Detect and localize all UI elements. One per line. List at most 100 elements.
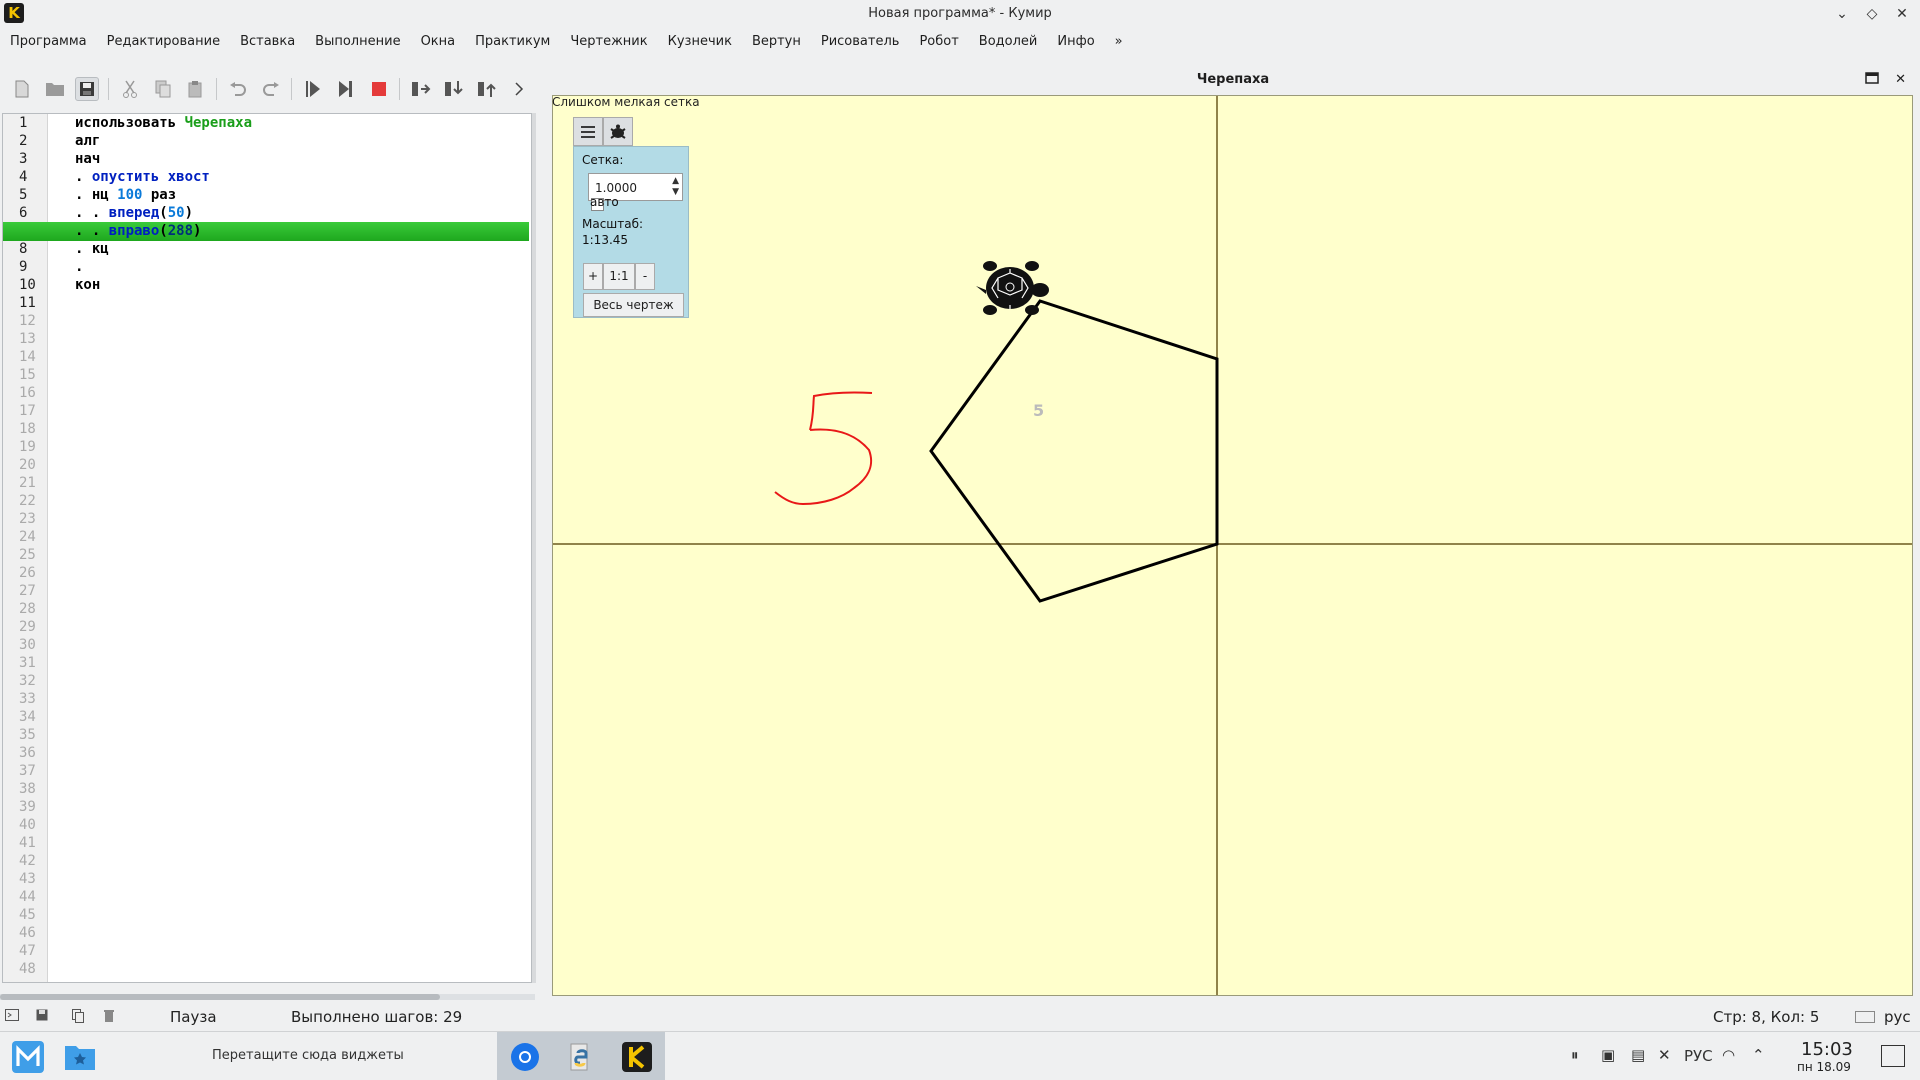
step-run-icon[interactable] xyxy=(334,77,358,101)
undock-icon[interactable] xyxy=(1865,72,1879,88)
tray-expand-icon[interactable]: ⌃ xyxy=(1752,1046,1765,1064)
open-folder-icon[interactable] xyxy=(43,77,67,101)
redo-icon[interactable] xyxy=(259,77,283,101)
line-number: 42 xyxy=(19,853,36,869)
keyboard-layout[interactable]: РУС xyxy=(1684,1047,1713,1065)
code-line[interactable]: . . вперед(50) xyxy=(75,204,193,222)
calendar-icon[interactable]: ▣ xyxy=(1601,1046,1615,1064)
chromium-task-icon[interactable] xyxy=(497,1032,553,1080)
full-drawing-button[interactable]: Весь чертеж xyxy=(583,293,684,317)
minimize-button[interactable]: ⌄ xyxy=(1832,4,1852,24)
toolbar xyxy=(0,74,540,104)
line-number: 37 xyxy=(19,763,36,779)
files-icon[interactable] xyxy=(52,1032,108,1080)
clock-time[interactable]: 15:03 xyxy=(1801,1039,1853,1060)
console-icon[interactable] xyxy=(5,1009,19,1023)
menu-program[interactable]: Программа xyxy=(2,30,95,56)
turtle-canvas[interactable]: 5 xyxy=(552,95,1913,996)
menu-edit[interactable]: Редактирование xyxy=(99,30,228,56)
line-number: 43 xyxy=(19,871,36,887)
save-icon[interactable] xyxy=(75,77,100,101)
volume-muted-icon[interactable]: ✕ xyxy=(1658,1046,1671,1064)
code-line[interactable]: использовать Черепаха xyxy=(75,114,252,132)
line-number: 30 xyxy=(19,637,36,653)
media-pause-icon[interactable]: ⏸ xyxy=(1571,1046,1579,1064)
copy-output-icon[interactable] xyxy=(72,1009,86,1023)
zoom-out-button[interactable]: - xyxy=(635,263,655,290)
code-line[interactable]: кон xyxy=(75,276,100,294)
scale-value: 1:13.45 xyxy=(582,233,629,247)
turtle-icon xyxy=(976,261,1049,315)
line-number: 35 xyxy=(19,727,36,743)
panel-splitter[interactable] xyxy=(532,113,536,983)
code-line[interactable]: алг xyxy=(75,132,100,150)
run-icon[interactable] xyxy=(301,77,325,101)
save-output-icon[interactable] xyxy=(36,1009,50,1023)
menu-robot[interactable]: Робот xyxy=(911,30,966,56)
line-number: 11 xyxy=(19,295,36,311)
clear-output-icon[interactable] xyxy=(104,1009,118,1023)
clipboard-icon[interactable]: ▤ xyxy=(1631,1046,1645,1064)
code-line[interactable]: . xyxy=(75,258,83,276)
new-file-icon[interactable] xyxy=(10,77,34,101)
line-number: 26 xyxy=(19,565,36,581)
line-number: 31 xyxy=(19,655,36,671)
step-over-icon[interactable] xyxy=(409,77,433,101)
input-language: рус xyxy=(1884,1008,1911,1026)
code-line[interactable]: . кц xyxy=(75,240,109,258)
code-editor[interactable]: 1234567891011121314151617181920212223242… xyxy=(2,113,532,983)
menu-more[interactable]: » xyxy=(1107,30,1131,56)
menu-run[interactable]: Выполнение xyxy=(307,30,408,56)
line-number: 39 xyxy=(19,799,36,815)
spin-arrows-icon[interactable]: ▲ ▼ xyxy=(672,176,679,198)
line-number: 33 xyxy=(19,691,36,707)
wifi-icon[interactable]: ◠ xyxy=(1722,1046,1735,1064)
scrollbar-thumb[interactable] xyxy=(0,994,440,1000)
cut-icon[interactable] xyxy=(118,77,142,101)
python-task-icon[interactable] xyxy=(553,1032,609,1080)
line-number: 19 xyxy=(19,439,36,455)
stop-icon[interactable] xyxy=(367,77,391,101)
paste-icon[interactable] xyxy=(183,77,207,101)
run-state: Пауза xyxy=(170,1008,217,1026)
line-number: 46 xyxy=(19,925,36,941)
turtle-panel-title: Черепаха xyxy=(1196,72,1270,87)
menu-info[interactable]: Инфо xyxy=(1049,30,1102,56)
turtle-tab-icon[interactable] xyxy=(603,117,633,146)
show-desktop-icon[interactable] xyxy=(1881,1045,1905,1067)
step-into-icon[interactable] xyxy=(442,77,466,101)
zoom-in-button[interactable]: + xyxy=(583,263,603,290)
maximize-button[interactable]: ◇ xyxy=(1862,4,1882,24)
menu-grasshopper[interactable]: Кузнечик xyxy=(660,30,740,56)
line-number: 23 xyxy=(19,511,36,527)
menu-vertun[interactable]: Вертун xyxy=(744,30,809,56)
menu-painter[interactable]: Рисователь xyxy=(813,30,908,56)
menu-draftsman[interactable]: Чертежник xyxy=(562,30,655,56)
copy-icon[interactable] xyxy=(151,77,175,101)
kumir-task-icon[interactable] xyxy=(609,1032,665,1080)
code-line[interactable]: нач xyxy=(75,150,100,168)
line-number: 18 xyxy=(19,421,36,437)
hamburger-menu-icon[interactable] xyxy=(573,117,603,146)
start-menu-icon[interactable] xyxy=(0,1032,56,1080)
line-number: 48 xyxy=(19,961,36,977)
step-out-icon[interactable] xyxy=(475,77,499,101)
menu-windows[interactable]: Окна xyxy=(413,30,464,56)
code-line[interactable]: . нц 100 раз xyxy=(75,186,176,204)
menu-practicum[interactable]: Практикум xyxy=(467,30,558,56)
line-number: 21 xyxy=(19,475,36,491)
zoom-reset-button[interactable]: 1:1 xyxy=(603,263,635,290)
code-line[interactable]: . . вправо(288) xyxy=(75,222,201,240)
editor-horizontal-scrollbar[interactable] xyxy=(0,994,535,1000)
clock-date[interactable]: пн 18.09 xyxy=(1797,1060,1851,1074)
grid-warning-text: Слишком мелкая сетка xyxy=(552,95,700,109)
chevron-right-icon[interactable] xyxy=(507,77,531,101)
line-number: 45 xyxy=(19,907,36,923)
code-line[interactable]: . опустить хвост xyxy=(75,168,210,186)
close-window-button[interactable]: ✕ xyxy=(1892,4,1912,24)
close-panel-icon[interactable]: ✕ xyxy=(1895,72,1906,88)
menu-insert[interactable]: Вставка xyxy=(232,30,303,56)
undo-icon[interactable] xyxy=(226,77,250,101)
menu-waterman[interactable]: Водолей xyxy=(971,30,1046,56)
toolbar-separator xyxy=(399,78,401,100)
